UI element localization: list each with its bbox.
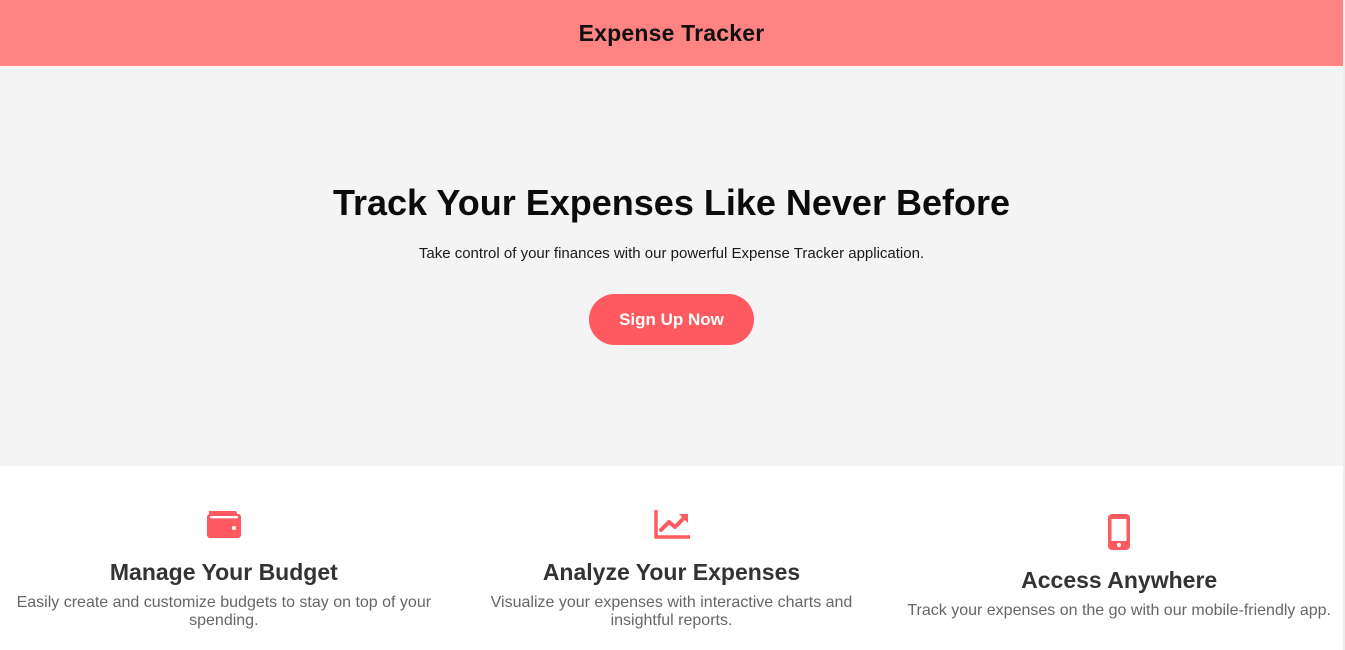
feature-description: Track your expenses on the go with our m… — [907, 602, 1331, 619]
feature-analyze: Analyze Your Expenses Visualize your exp… — [448, 466, 896, 650]
mobile-phone-icon — [1108, 514, 1131, 550]
hero-section: Track Your Expenses Like Never Before Ta… — [0, 66, 1343, 466]
top-header: Expense Tracker — [0, 0, 1343, 66]
feature-title: Access Anywhere — [1021, 567, 1218, 593]
feature-title: Analyze Your Expenses — [542, 559, 801, 585]
sign-up-button[interactable]: Sign Up Now — [589, 294, 754, 345]
feature-budget: Manage Your Budget Easily create and cus… — [0, 466, 448, 650]
features-section: Manage Your Budget Easily create and cus… — [0, 466, 1343, 650]
feature-title: Manage Your Budget — [109, 559, 338, 585]
chart-line-icon — [653, 510, 690, 539]
feature-description: Easily create and customize budgets to s… — [16, 594, 432, 629]
feature-access: Access Anywhere Track your expenses on t… — [895, 466, 1343, 650]
page: Expense Tracker Track Your Expenses Like… — [0, 0, 1345, 650]
feature-description: Visualize your expenses with interactive… — [490, 594, 853, 629]
hero-title: Track Your Expenses Like Never Before — [332, 182, 1010, 223]
app-title: Expense Tracker — [578, 19, 765, 46]
wallet-icon — [206, 511, 241, 538]
hero-subtitle: Take control of your finances with our p… — [418, 245, 925, 262]
